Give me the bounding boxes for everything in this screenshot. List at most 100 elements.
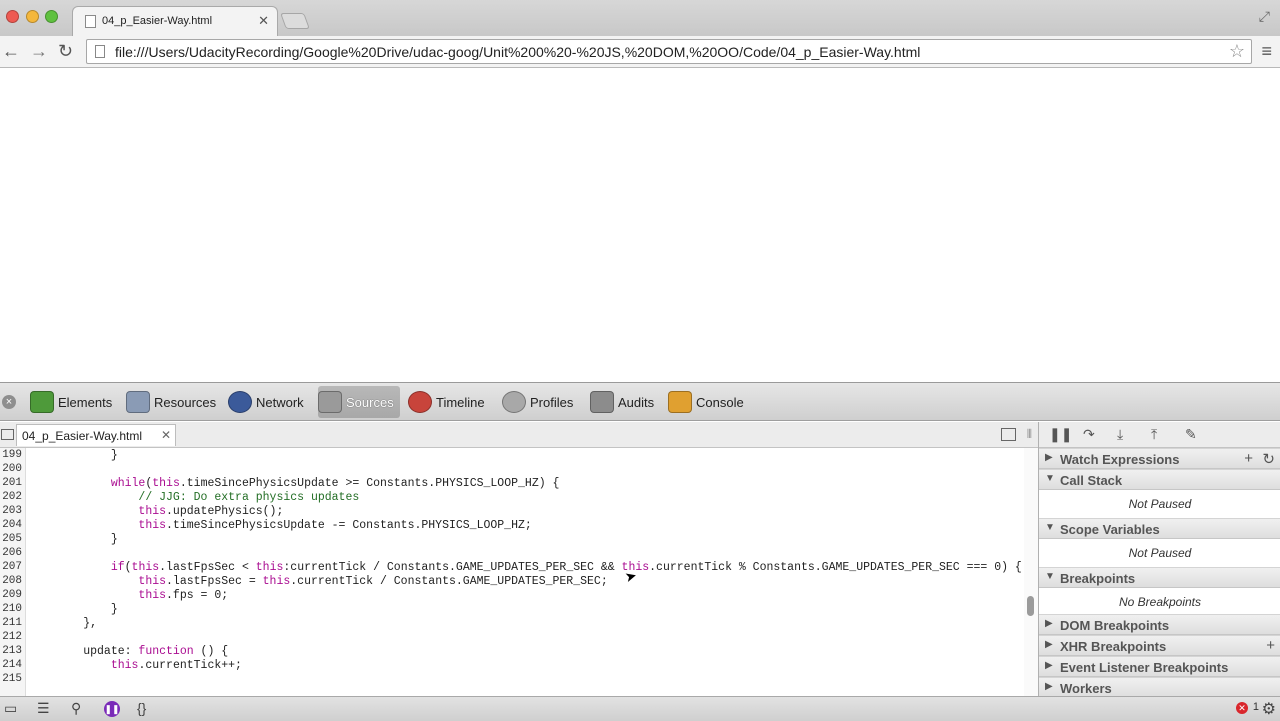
code-line[interactable]: 201 while(this.timeSincePhysicsUpdate >=… [0, 477, 1022, 491]
source-file-tabs: 04_p_Easier-Way.html ✕ ⦀ [0, 422, 1038, 448]
dock-icon[interactable]: ▭ [4, 700, 17, 717]
code-text: } [28, 533, 118, 546]
toggle-debugger-sidebar-icon[interactable] [1001, 428, 1016, 441]
tab-label: Profiles [530, 394, 574, 410]
line-number[interactable]: 214 [0, 659, 22, 671]
source-code-editor[interactable]: 199 } 200 201 while(this.timeSincePhysicsU… [0, 448, 1022, 696]
tab-audits[interactable]: Audits [590, 386, 654, 418]
browser-menu-icon[interactable]: ≡ [1261, 41, 1272, 62]
line-number[interactable]: 200 [0, 463, 22, 475]
fullscreen-icon[interactable]: ⤢ [1259, 8, 1270, 25]
error-icon[interactable]: ✕ [1236, 702, 1248, 714]
line-number[interactable]: 205 [0, 533, 22, 545]
url-text[interactable]: file:///Users/UdacityRecording/Google%20… [115, 44, 920, 60]
line-number[interactable]: 208 [0, 575, 22, 587]
line-number[interactable]: 212 [0, 631, 22, 643]
line-number[interactable]: 213 [0, 645, 22, 657]
line-number[interactable]: 206 [0, 547, 22, 559]
close-file-tab-icon[interactable]: ✕ [161, 428, 171, 442]
code-line[interactable]: 211 }, [0, 617, 1022, 631]
code-line[interactable]: 212 [0, 631, 1022, 645]
line-number[interactable]: 215 [0, 673, 22, 685]
console-toggle-icon[interactable]: ☰ [37, 700, 50, 717]
tab-timeline[interactable]: Timeline [408, 386, 485, 418]
watch-expressions-header[interactable]: ▶ Watch Expressions + ↻ [1039, 448, 1280, 469]
code-line[interactable]: 203 this.updatePhysics(); [0, 505, 1022, 519]
pane-title: Workers [1060, 681, 1112, 696]
profiles-icon [502, 391, 526, 413]
settings-gear-icon[interactable]: ⚙ [1262, 699, 1276, 719]
scope-variables-header[interactable]: ▼ Scope Variables [1039, 518, 1280, 539]
pause-icon[interactable]: ❚❚ [1049, 426, 1072, 443]
event-listener-breakpoints-header[interactable]: ▶ Event Listener Breakpoints [1039, 656, 1280, 677]
line-number[interactable]: 203 [0, 505, 22, 517]
code-line[interactable]: 214 this.currentTick++; [0, 659, 1022, 673]
call-stack-header[interactable]: ▼ Call Stack [1039, 469, 1280, 490]
window-zoom-button[interactable] [45, 10, 58, 23]
window-minimize-button[interactable] [26, 10, 39, 23]
line-number[interactable]: 211 [0, 617, 22, 629]
code-line[interactable]: 215 [0, 673, 1022, 687]
pause-on-exceptions-icon[interactable]: ❚❚ [104, 701, 120, 717]
bookmark-star-icon[interactable]: ☆ [1229, 41, 1245, 62]
step-out-icon[interactable]: ⤒ [1151, 426, 1157, 443]
line-number[interactable]: 201 [0, 477, 22, 489]
code-line[interactable]: 202 // JJG: Do extra physics updates [0, 491, 1022, 505]
line-number[interactable]: 202 [0, 491, 22, 503]
xhr-breakpoints-header[interactable]: ▶ XHR Breakpoints + [1039, 635, 1280, 656]
line-number[interactable]: 199 [0, 449, 22, 461]
forward-button[interactable]: → [30, 41, 48, 61]
deactivate-breakpoints-icon[interactable]: ✎ [1185, 426, 1197, 443]
line-number[interactable]: 209 [0, 589, 22, 601]
pane-title: Event Listener Breakpoints [1060, 660, 1229, 675]
code-line[interactable]: 204 this.timeSincePhysicsUpdate -= Const… [0, 519, 1022, 533]
breakpoints-header[interactable]: ▼ Breakpoints [1039, 567, 1280, 588]
code-line[interactable]: 213 update: function () { [0, 645, 1022, 659]
close-tab-icon[interactable]: ✕ [258, 13, 269, 29]
navigator-toggle-icon[interactable] [1, 429, 14, 440]
sources-icon [318, 391, 342, 413]
tab-profiles[interactable]: Profiles [502, 386, 573, 418]
code-line[interactable]: 199 } [0, 449, 1022, 463]
tab-resources[interactable]: Resources [126, 386, 216, 418]
code-text: while(this.timeSincePhysicsUpdate >= Con… [110, 477, 560, 490]
step-into-icon[interactable]: ⤓ [1117, 426, 1123, 443]
window-close-button[interactable] [6, 10, 19, 23]
code-text: update: function () { [28, 645, 229, 658]
search-icon[interactable]: ⚲ [71, 700, 81, 717]
code-line[interactable]: 200 [0, 463, 1022, 477]
devtools-close-icon[interactable]: × [2, 395, 16, 409]
source-file-tab[interactable]: 04_p_Easier-Way.html ✕ [16, 424, 176, 446]
browser-tab[interactable]: 04_p_Easier-Way.html ✕ [72, 6, 278, 36]
back-button[interactable]: ← [2, 41, 20, 61]
pane-title: Breakpoints [1060, 571, 1136, 586]
pane-title: DOM Breakpoints [1060, 618, 1170, 633]
code-line[interactable]: 205 } [0, 533, 1022, 547]
tab-console[interactable]: Console [668, 386, 744, 418]
code-line[interactable]: 207 if(this.lastFpsSec < this:currentTic… [0, 561, 1022, 575]
split-handle-icon[interactable]: ⦀ [1027, 427, 1032, 442]
new-tab-button[interactable] [280, 13, 310, 29]
line-number[interactable]: 207 [0, 561, 22, 573]
step-over-icon[interactable]: ↷ [1083, 426, 1095, 443]
code-line[interactable]: 210 } [0, 603, 1022, 617]
code-line[interactable]: 209 this.fps = 0; [0, 589, 1022, 603]
pretty-print-icon[interactable]: {} [137, 700, 146, 716]
code-line[interactable]: 206 [0, 547, 1022, 561]
reload-button[interactable]: ↻ [58, 41, 73, 61]
workers-header[interactable]: ▶ Workers [1039, 677, 1280, 698]
tab-elements[interactable]: Elements [30, 386, 112, 418]
add-xhr-breakpoint-icon[interactable]: + [1266, 637, 1275, 654]
tab-network[interactable]: Network [228, 386, 304, 418]
dom-breakpoints-header[interactable]: ▶ DOM Breakpoints [1039, 614, 1280, 635]
page-viewport[interactable] [0, 69, 1280, 382]
refresh-watch-icon[interactable]: ↻ [1262, 450, 1275, 468]
address-bar[interactable]: file:///Users/UdacityRecording/Google%20… [86, 39, 1252, 64]
add-watch-icon[interactable]: + [1244, 450, 1253, 467]
editor-scrollbar-thumb[interactable] [1027, 596, 1034, 616]
line-number[interactable]: 204 [0, 519, 22, 531]
tab-sources[interactable]: Sources [318, 386, 400, 418]
line-number[interactable]: 210 [0, 603, 22, 615]
code-line[interactable]: 208 this.lastFpsSec = this.currentTick /… [0, 575, 1022, 589]
editor-scrollbar[interactable] [1024, 448, 1038, 696]
